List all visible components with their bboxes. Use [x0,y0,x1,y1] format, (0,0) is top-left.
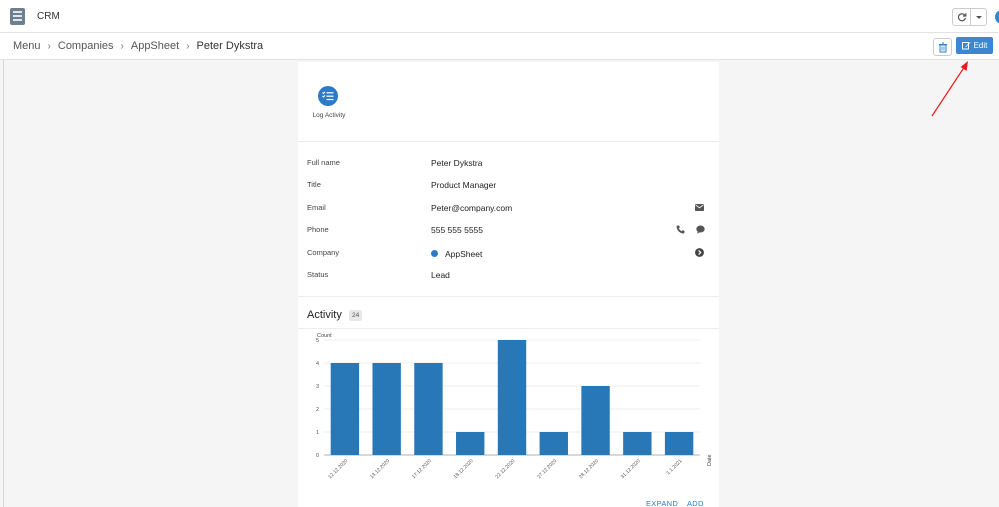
annotation-arrow [931,61,968,117]
chevron-right-icon: › [120,40,124,52]
y-tick-label: 5 [316,338,319,344]
divider [298,328,719,329]
breadcrumb-item-menu[interactable]: Menu [13,40,41,52]
account-menu-dropdown[interactable] [970,8,987,26]
field-value-email: Peter@company.com [431,203,513,213]
activity-count-badge: 24 [349,310,363,321]
appsheet-logo-icon [431,250,438,257]
bar [623,432,652,455]
bar [414,363,443,455]
x-tick-label: 1.1.2021 [666,458,684,476]
x-tick-label: 22.12.2020 [494,458,516,480]
field-label-status: Status [307,270,329,279]
app-title: CRM [37,11,60,22]
x-axis-label: Date [707,454,713,466]
breadcrumb-item-current: Peter Dykstra [196,40,264,52]
avatar[interactable] [995,10,999,24]
edit-icon [961,42,971,50]
y-axis-label: Count [317,333,332,339]
bar [664,432,694,455]
chevron-right-circle-icon[interactable] [695,248,704,257]
x-tick-label: 28.12.2020 [578,458,600,480]
field-label-title: Title [307,180,321,189]
trash-icon [939,42,947,53]
phone-icon[interactable] [676,225,685,234]
bar [456,432,485,455]
field-value-status: Lead [431,270,450,280]
y-tick-label: 0 [316,453,319,459]
detail-panel: Log Activity Full name Peter Dykstra Tit… [298,62,719,507]
x-tick-label: 13.12.2020 [369,458,391,480]
edit-label: Edit [973,41,988,50]
x-tick-label: 27.12.2020 [536,458,558,480]
bar [539,432,568,455]
field-value-phone: 555 555 5555 [431,225,483,235]
bar [372,363,401,455]
bar [330,363,360,455]
breadcrumb-item-appsheet[interactable]: AppSheet [131,40,179,52]
x-tick-label: 31.12.2020 [620,458,642,480]
y-tick-label: 2 [316,407,319,413]
activity-chart: Count 0 1 2 3 4 5 12.12.2020 13.12.2020 17.12.202… [316,333,713,480]
edit-button[interactable]: Edit [956,37,993,54]
add-link[interactable]: ADD [687,499,704,507]
bar [581,386,610,455]
delete-button[interactable] [933,38,952,56]
x-tick-label: 17.12.2020 [411,458,433,480]
x-tick-label: 12.12.2020 [327,458,349,480]
log-activity-button[interactable] [318,86,338,106]
breadcrumb: Menu › Companies › AppSheet › Peter Dyks… [13,40,263,52]
divider [298,141,719,142]
y-tick-label: 3 [316,384,319,390]
chevron-right-icon: › [47,40,51,52]
x-tick-label: 18.12.2020 [453,458,475,480]
mail-icon[interactable] [695,204,704,211]
activity-title: Activity [307,309,342,321]
divider [298,296,719,297]
top-app-bar: CRM [0,0,999,33]
divider [3,60,4,507]
breadcrumb-item-companies[interactable]: Companies [58,40,114,52]
expand-link[interactable]: EXPAND [646,499,678,507]
y-tick-label: 4 [316,361,319,367]
chat-icon[interactable] [696,225,705,234]
y-tick-label: 1 [316,430,319,436]
chevron-right-icon: › [186,40,190,52]
app-logo-icon [10,8,25,25]
field-value-company[interactable]: AppSheet [445,249,482,259]
sync-button[interactable] [952,8,971,26]
log-activity-label: Log Activity [312,112,346,119]
field-label-full-name: Full name [307,158,340,167]
breadcrumb-bar: Menu › Companies › AppSheet › Peter Dyks… [0,33,999,60]
field-label-phone: Phone [307,225,329,234]
bar [497,340,527,455]
field-label-company: Company [307,248,340,257]
checklist-icon [322,91,334,101]
field-value-full-name: Peter Dykstra [431,158,483,168]
field-value-title: Product Manager [431,180,497,190]
sync-icon [957,13,967,22]
field-label-email: Email [307,203,326,212]
